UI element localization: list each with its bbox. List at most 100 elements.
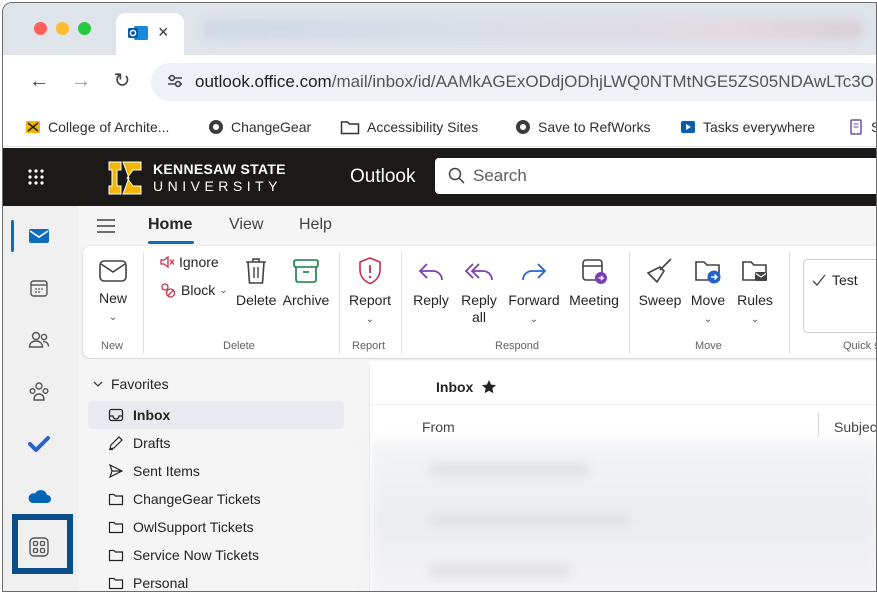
url-path: /mail/inbox/id/AAMkAGExODdjODhjLWQ0NTMtN… [331,72,874,91]
rail-todo-button[interactable] [17,426,61,462]
active-tab-underline [148,241,194,244]
rules-caret[interactable]: ⌄ [735,311,775,328]
rules-button[interactable]: Rules ⌄ [735,256,775,328]
blurred-message-row [430,465,590,475]
quick-step-label: Test [832,272,858,288]
move-caret[interactable]: ⌄ [688,311,728,328]
folder-changegear-tickets[interactable]: ChangeGear Tickets [88,485,344,513]
new-mail-button[interactable]: New ⌄ [93,258,133,326]
send-icon [108,463,124,479]
report-button[interactable]: Report ⌄ [347,256,393,328]
back-button[interactable]: ← [27,67,51,95]
bookmark-tasks[interactable]: Tasks everywhere [680,117,815,137]
folder-personal[interactable]: Personal [88,569,344,591]
bookmark-s[interactable]: S [848,117,876,137]
forward-button[interactable]: Forward ⌄ [506,256,562,328]
folder-label: Service Now Tickets [133,547,260,563]
ribbon-separator [339,252,340,354]
star-icon[interactable] [481,379,497,395]
new-caret[interactable]: ⌄ [93,309,133,326]
blurred-tabs [203,19,863,39]
delete-button[interactable]: Delete [236,256,276,309]
highlight-box [12,514,73,574]
reply-all-button[interactable]: Reply all [461,256,497,326]
bookmark-college[interactable]: College of Archite... [25,117,169,137]
folder-icon [108,549,124,562]
url-text: outlook.office.com/mail/inbox/id/AAMkAGE… [195,72,874,92]
block-button[interactable]: Block ⌄ [159,281,228,299]
folder-label: Personal [133,575,189,591]
app-launcher-icon[interactable] [27,168,45,186]
inbox-title: Inbox [436,379,474,395]
maximize-window-button[interactable] [78,22,91,35]
ksu-icon [26,121,40,133]
ignore-label: Ignore [179,254,219,270]
sweep-button[interactable]: Sweep [637,256,683,309]
folder-inbox[interactable]: Inbox [88,401,344,429]
mail-icon [29,229,49,243]
onedrive-cloud-icon [28,490,51,503]
ribbon-separator [401,252,402,354]
reload-button[interactable]: ↻ [110,67,134,95]
tab-view[interactable]: View [229,216,263,234]
folder-label: ChangeGear Tickets [133,491,261,507]
column-header-subject[interactable]: Subject [834,419,876,435]
rail-mail-button[interactable] [17,218,61,254]
close-tab-button[interactable]: × [158,21,169,43]
rail-calendar-button[interactable] [17,270,61,306]
tab-help[interactable]: Help [299,216,332,234]
browser-tab-outlook[interactable]: × [116,13,184,55]
archive-button[interactable]: Archive [281,256,331,309]
favorites-header[interactable]: Favorites [93,376,169,392]
sweep-broom-icon [646,258,672,284]
folder-sent-items[interactable]: Sent Items [88,457,344,485]
forward-button[interactable]: → [69,67,93,95]
minimize-window-button[interactable] [56,22,69,35]
bookmark-refworks[interactable]: Save to RefWorks [515,117,651,137]
blurred-message-row [430,515,630,525]
column-header-from[interactable]: From [422,419,455,435]
bookmark-label: College of Archite... [48,119,170,135]
bookmark-accessibility[interactable]: Accessibility Sites [340,117,478,137]
forward-label: Forward [508,292,560,308]
tab-home[interactable]: Home [148,216,192,234]
search-input[interactable]: Search [435,158,876,194]
rail-groups-button[interactable] [17,374,61,410]
ignore-button[interactable]: Ignore [159,254,219,270]
browser-window: × ← → ↻ outlook.office.com/mail/inbox/id… [2,2,877,592]
folder-owlsupport-tickets[interactable]: OwlSupport Tickets [88,513,344,541]
ribbon-separator [143,252,144,354]
checkmark-tag-icon [812,274,826,286]
folder-service-now-tickets[interactable]: Service Now Tickets [88,541,344,569]
rail-onedrive-button[interactable] [17,478,61,514]
reply-button[interactable]: Reply [413,256,449,309]
ksu-logo[interactable]: KENNESAW STATE UNIVERSITY [103,156,293,200]
block-caret-icon[interactable]: ⌄ [219,285,227,296]
quick-step-test[interactable]: Test [812,272,858,288]
folder-label: OwlSupport Tickets [133,519,254,535]
move-button[interactable]: Move ⌄ [688,256,728,328]
app-title[interactable]: Outlook [350,166,415,188]
close-window-button[interactable] [34,22,47,35]
group-respond-label: Respond [495,340,540,352]
folder-drafts[interactable]: Drafts [88,429,344,457]
report-caret[interactable]: ⌄ [347,311,393,328]
search-placeholder: Search [473,166,527,185]
address-bar[interactable]: outlook.office.com/mail/inbox/id/AAMkAGE… [151,63,876,101]
outlook-favicon-icon [128,26,148,40]
meeting-button[interactable]: Meeting [567,256,621,309]
report-shield-icon [359,257,381,285]
site-settings-icon[interactable] [165,71,185,91]
bookmark-changegear[interactable]: ChangeGear [208,117,311,137]
message-list-title: Inbox [436,379,497,395]
column-separator[interactable] [818,413,819,437]
rail-people-button[interactable] [17,322,61,358]
todo-check-icon [28,436,50,452]
hamburger-menu-icon[interactable] [96,218,116,234]
forward-caret[interactable]: ⌄ [506,311,562,328]
reply-all-label-1: Reply [461,292,497,308]
doc-icon [850,119,862,135]
meeting-calendar-icon [582,259,607,284]
group-delete-label: Delete [223,340,255,352]
group-report-label: Report [352,340,386,352]
